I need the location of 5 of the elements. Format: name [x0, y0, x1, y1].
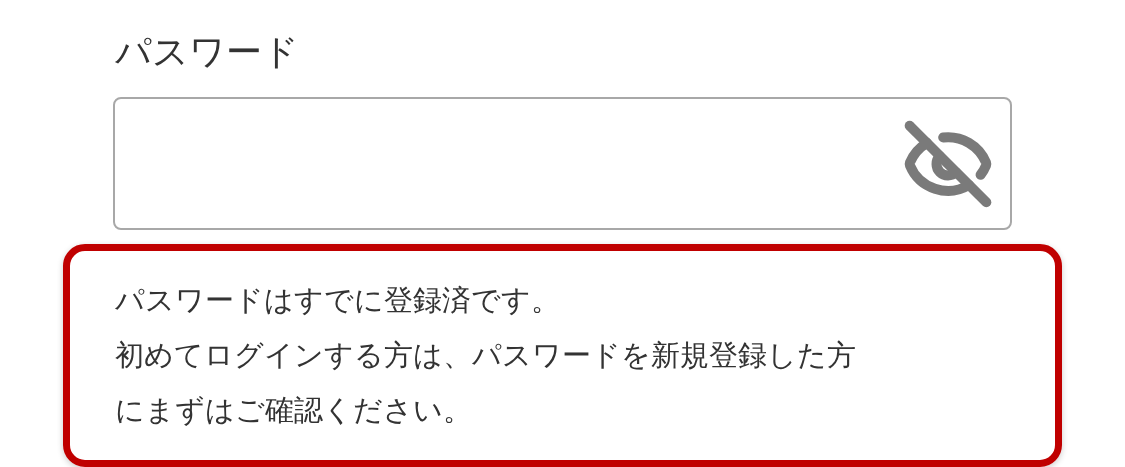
password-field[interactable]	[113, 97, 1012, 230]
notice-text: にまずはご確認ください。	[115, 392, 473, 429]
notice-text: パスワードはすでに登録済です。	[115, 282, 561, 319]
notice-text: 初めてログインする方は、パスワードを新規登録した方	[115, 337, 857, 374]
field-label: パスワード	[115, 30, 300, 74]
